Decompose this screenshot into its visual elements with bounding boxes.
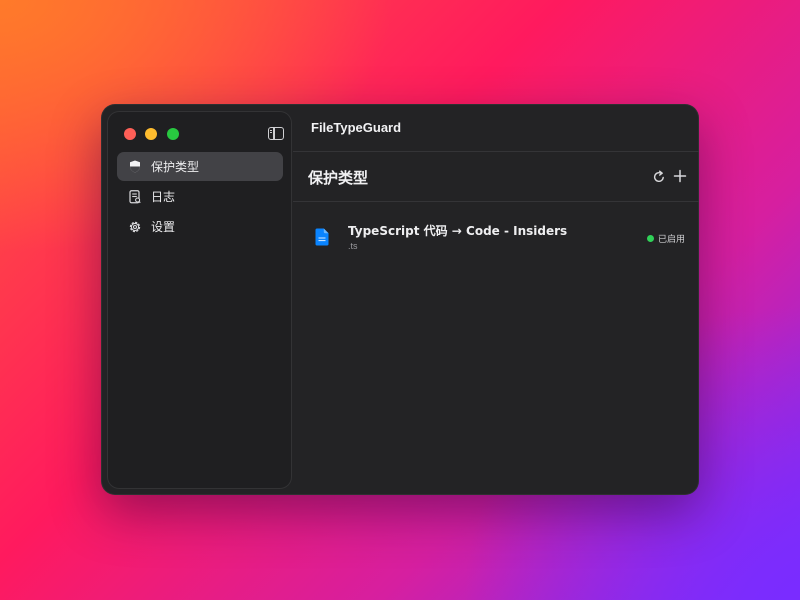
status-dot-icon <box>646 235 654 242</box>
sidebar-nav: 保护类型 日志 设置 <box>117 152 283 242</box>
zoom-window-button[interactable] <box>167 128 179 140</box>
sidebar: 保护类型 日志 设置 <box>107 111 292 489</box>
add-button[interactable] <box>672 168 688 184</box>
plus-icon <box>673 169 687 183</box>
status-badge: 已启用 <box>646 232 685 245</box>
refresh-icon <box>653 170 664 182</box>
log-icon <box>128 189 142 204</box>
sidebar-item-protected-types[interactable]: 保护类型 <box>117 152 283 181</box>
main-panel: FileTypeGuard 保护类型 TypeScript 代码 → Code … <box>293 104 699 495</box>
refresh-button[interactable] <box>651 169 667 185</box>
row-extension: .ts <box>348 241 358 251</box>
sidebar-item-label: 日志 <box>151 190 176 204</box>
sidebar-item-settings[interactable]: 设置 <box>117 212 283 241</box>
sidebar-toggle-icon[interactable] <box>268 127 284 140</box>
gear-icon <box>128 220 142 234</box>
sidebar-item-label: 保护类型 <box>151 160 200 174</box>
minimize-window-button[interactable] <box>145 128 157 140</box>
page-title: 保护类型 <box>308 169 369 187</box>
app-window: 保护类型 日志 设置 FileTypeGuard 保护类型 TypeScript… <box>101 104 699 495</box>
title-divider <box>293 151 699 152</box>
row-title: TypeScript 代码 → Code - Insiders <box>348 224 568 238</box>
app-title: FileTypeGuard <box>311 120 402 135</box>
shield-icon <box>128 160 142 174</box>
status-label: 已启用 <box>657 235 685 245</box>
sidebar-item-logs[interactable]: 日志 <box>117 182 283 211</box>
list-item[interactable]: TypeScript 代码 → Code - Insiders .ts 已启用 <box>293 214 699 260</box>
file-icon <box>315 228 329 250</box>
header-divider <box>293 201 699 202</box>
sidebar-item-label: 设置 <box>151 220 176 234</box>
close-window-button[interactable] <box>124 128 136 140</box>
